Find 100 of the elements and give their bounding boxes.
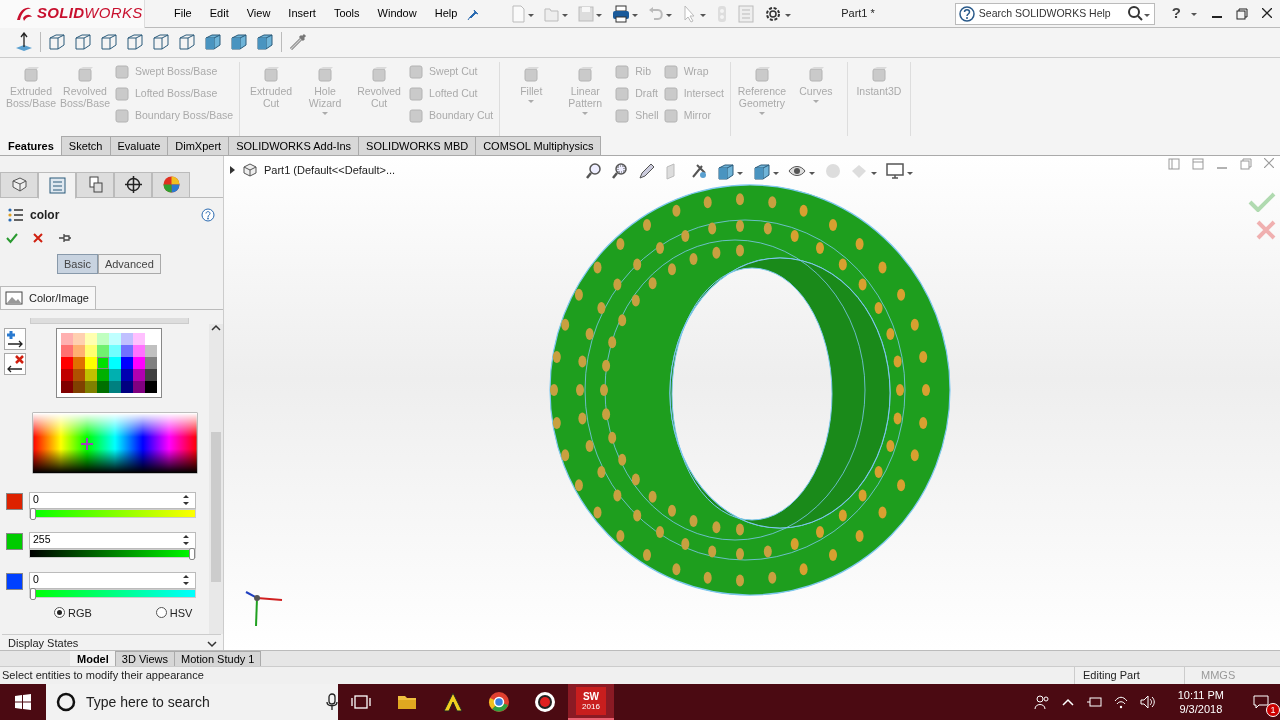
- feature-icon: [576, 65, 595, 84]
- notification-icon: [1253, 695, 1269, 709]
- radio-button[interactable]: RGB: [54, 604, 92, 622]
- cube-icon[interactable]: [73, 32, 93, 53]
- help-icon[interactable]: [201, 207, 215, 222]
- search-field[interactable]: Search SOLIDWORKS Help: [978, 5, 1123, 22]
- normal-to-icon[interactable]: [14, 32, 34, 53]
- magnifier-icon[interactable]: [586, 161, 604, 180]
- cortana-icon: [56, 692, 76, 712]
- cube-icon[interactable]: [99, 32, 119, 53]
- people-icon[interactable]: [1033, 694, 1050, 710]
- feature-icon: [114, 107, 130, 124]
- menu-item[interactable]: Window: [368, 5, 426, 22]
- chevron-up-icon[interactable]: [211, 323, 221, 332]
- microphone-icon[interactable]: [326, 693, 338, 711]
- cube-icon[interactable]: [47, 32, 67, 53]
- cube-icon[interactable]: [716, 161, 744, 180]
- menu-item[interactable]: Edit: [200, 5, 238, 22]
- menu-item[interactable]: File: [165, 5, 201, 22]
- taskbar-app[interactable]: SW 2016: [568, 684, 614, 720]
- cube-icon[interactable]: [177, 32, 197, 53]
- feature-icon: [869, 65, 888, 84]
- cube-icon[interactable]: [151, 32, 171, 53]
- magnifier-icon[interactable]: [612, 161, 630, 180]
- tab[interactable]: 3D Views: [114, 650, 176, 667]
- help-button[interactable]: ?: [1162, 2, 1190, 25]
- menu-item[interactable]: Help: [425, 5, 467, 22]
- tile-icon[interactable]: [1168, 157, 1180, 170]
- cube-icon[interactable]: [229, 32, 249, 53]
- feature-icon: [408, 107, 425, 124]
- wrench-icon[interactable]: [288, 32, 308, 53]
- printer-icon[interactable]: [612, 4, 639, 23]
- ok-icon[interactable]: [6, 231, 18, 244]
- color-spectrum[interactable]: [32, 411, 198, 474]
- number-box[interactable]: 255: [29, 531, 196, 549]
- taskbar-search-box[interactable]: Type here to search: [46, 684, 338, 720]
- feature-icon: [614, 107, 631, 124]
- axis-triad-icon: [245, 590, 283, 627]
- cube-icon[interactable]: [125, 32, 145, 53]
- feature-icon: [316, 65, 335, 84]
- document-title: Part1 *: [841, 6, 875, 22]
- tab[interactable]: Model: [70, 650, 116, 667]
- cube-icon[interactable]: [255, 32, 275, 53]
- cube-icon[interactable]: [752, 161, 780, 180]
- feature-icon: [408, 63, 425, 80]
- restore-icon[interactable]: [1236, 7, 1248, 20]
- settings-icon[interactable]: [764, 4, 793, 23]
- section-header[interactable]: Color/Image: [0, 286, 96, 310]
- tile-icon[interactable]: [1192, 157, 1204, 170]
- wifi-icon[interactable]: [1113, 695, 1128, 709]
- number-box[interactable]: 0: [29, 491, 196, 509]
- feature-icon: [114, 63, 130, 80]
- feature-icon: [662, 63, 679, 80]
- menu-item[interactable]: View: [237, 5, 280, 22]
- slider-thumb[interactable]: [30, 507, 36, 520]
- add-color-icon[interactable]: [4, 327, 26, 350]
- expand-arrow-icon[interactable]: [228, 165, 236, 174]
- cancel-icon[interactable]: [32, 231, 44, 244]
- mode-toggle[interactable]: Advanced: [97, 253, 161, 275]
- speaker-icon[interactable]: [1139, 695, 1156, 709]
- search-icon[interactable]: [1126, 4, 1151, 23]
- taskbar-search-field[interactable]: Type here to search: [84, 690, 318, 714]
- color-slider[interactable]: [29, 508, 196, 518]
- chevron-down-icon[interactable]: [207, 639, 217, 648]
- menu-item[interactable]: Tools: [324, 5, 369, 22]
- scrollbar[interactable]: [209, 323, 223, 635]
- scroll-thumb[interactable]: [211, 431, 221, 582]
- pin-icon[interactable]: [58, 231, 72, 244]
- battery-icon[interactable]: [1085, 695, 1102, 709]
- color-slider[interactable]: [29, 548, 196, 558]
- feature-icon: [262, 65, 281, 84]
- number-box[interactable]: 0: [29, 571, 196, 589]
- dropdown-field[interactable]: [30, 317, 189, 324]
- radio-button[interactable]: HSV: [155, 604, 193, 622]
- menu-item[interactable]: Insert: [279, 5, 325, 22]
- clock[interactable]: 10:11 PM 9/3/2018: [1167, 688, 1234, 716]
- record-icon: [534, 691, 556, 713]
- caret-icon[interactable]: [1190, 10, 1198, 17]
- feature-icon: [662, 85, 679, 102]
- pencil-icon[interactable]: [638, 161, 656, 180]
- close-icon[interactable]: [1262, 7, 1272, 18]
- crosshair-icon: [123, 175, 143, 195]
- color-slider[interactable]: [29, 588, 196, 598]
- tab[interactable]: Motion Study 1: [174, 650, 262, 667]
- browser-icon: [488, 691, 510, 713]
- monitor-icon[interactable]: [886, 161, 914, 180]
- search-box[interactable]: Search SOLIDWORKS Help: [954, 2, 1155, 25]
- color-wheel-icon: [161, 175, 181, 195]
- remove-color-icon[interactable]: [4, 352, 26, 375]
- feature-icon: [752, 65, 771, 84]
- tree-item[interactable]: Part1 (Default<<Default>...: [264, 161, 396, 179]
- feature-icon: [76, 65, 94, 84]
- feature-icon: [522, 65, 541, 84]
- slider-thumb[interactable]: [189, 547, 195, 560]
- slider-thumb[interactable]: [30, 587, 36, 600]
- mode-toggle[interactable]: Basic: [57, 253, 98, 275]
- cursor-icon[interactable]: [682, 4, 707, 23]
- cube-icon[interactable]: [203, 32, 223, 53]
- color-palette[interactable]: [56, 327, 162, 398]
- panel-tab[interactable]: [114, 171, 152, 198]
